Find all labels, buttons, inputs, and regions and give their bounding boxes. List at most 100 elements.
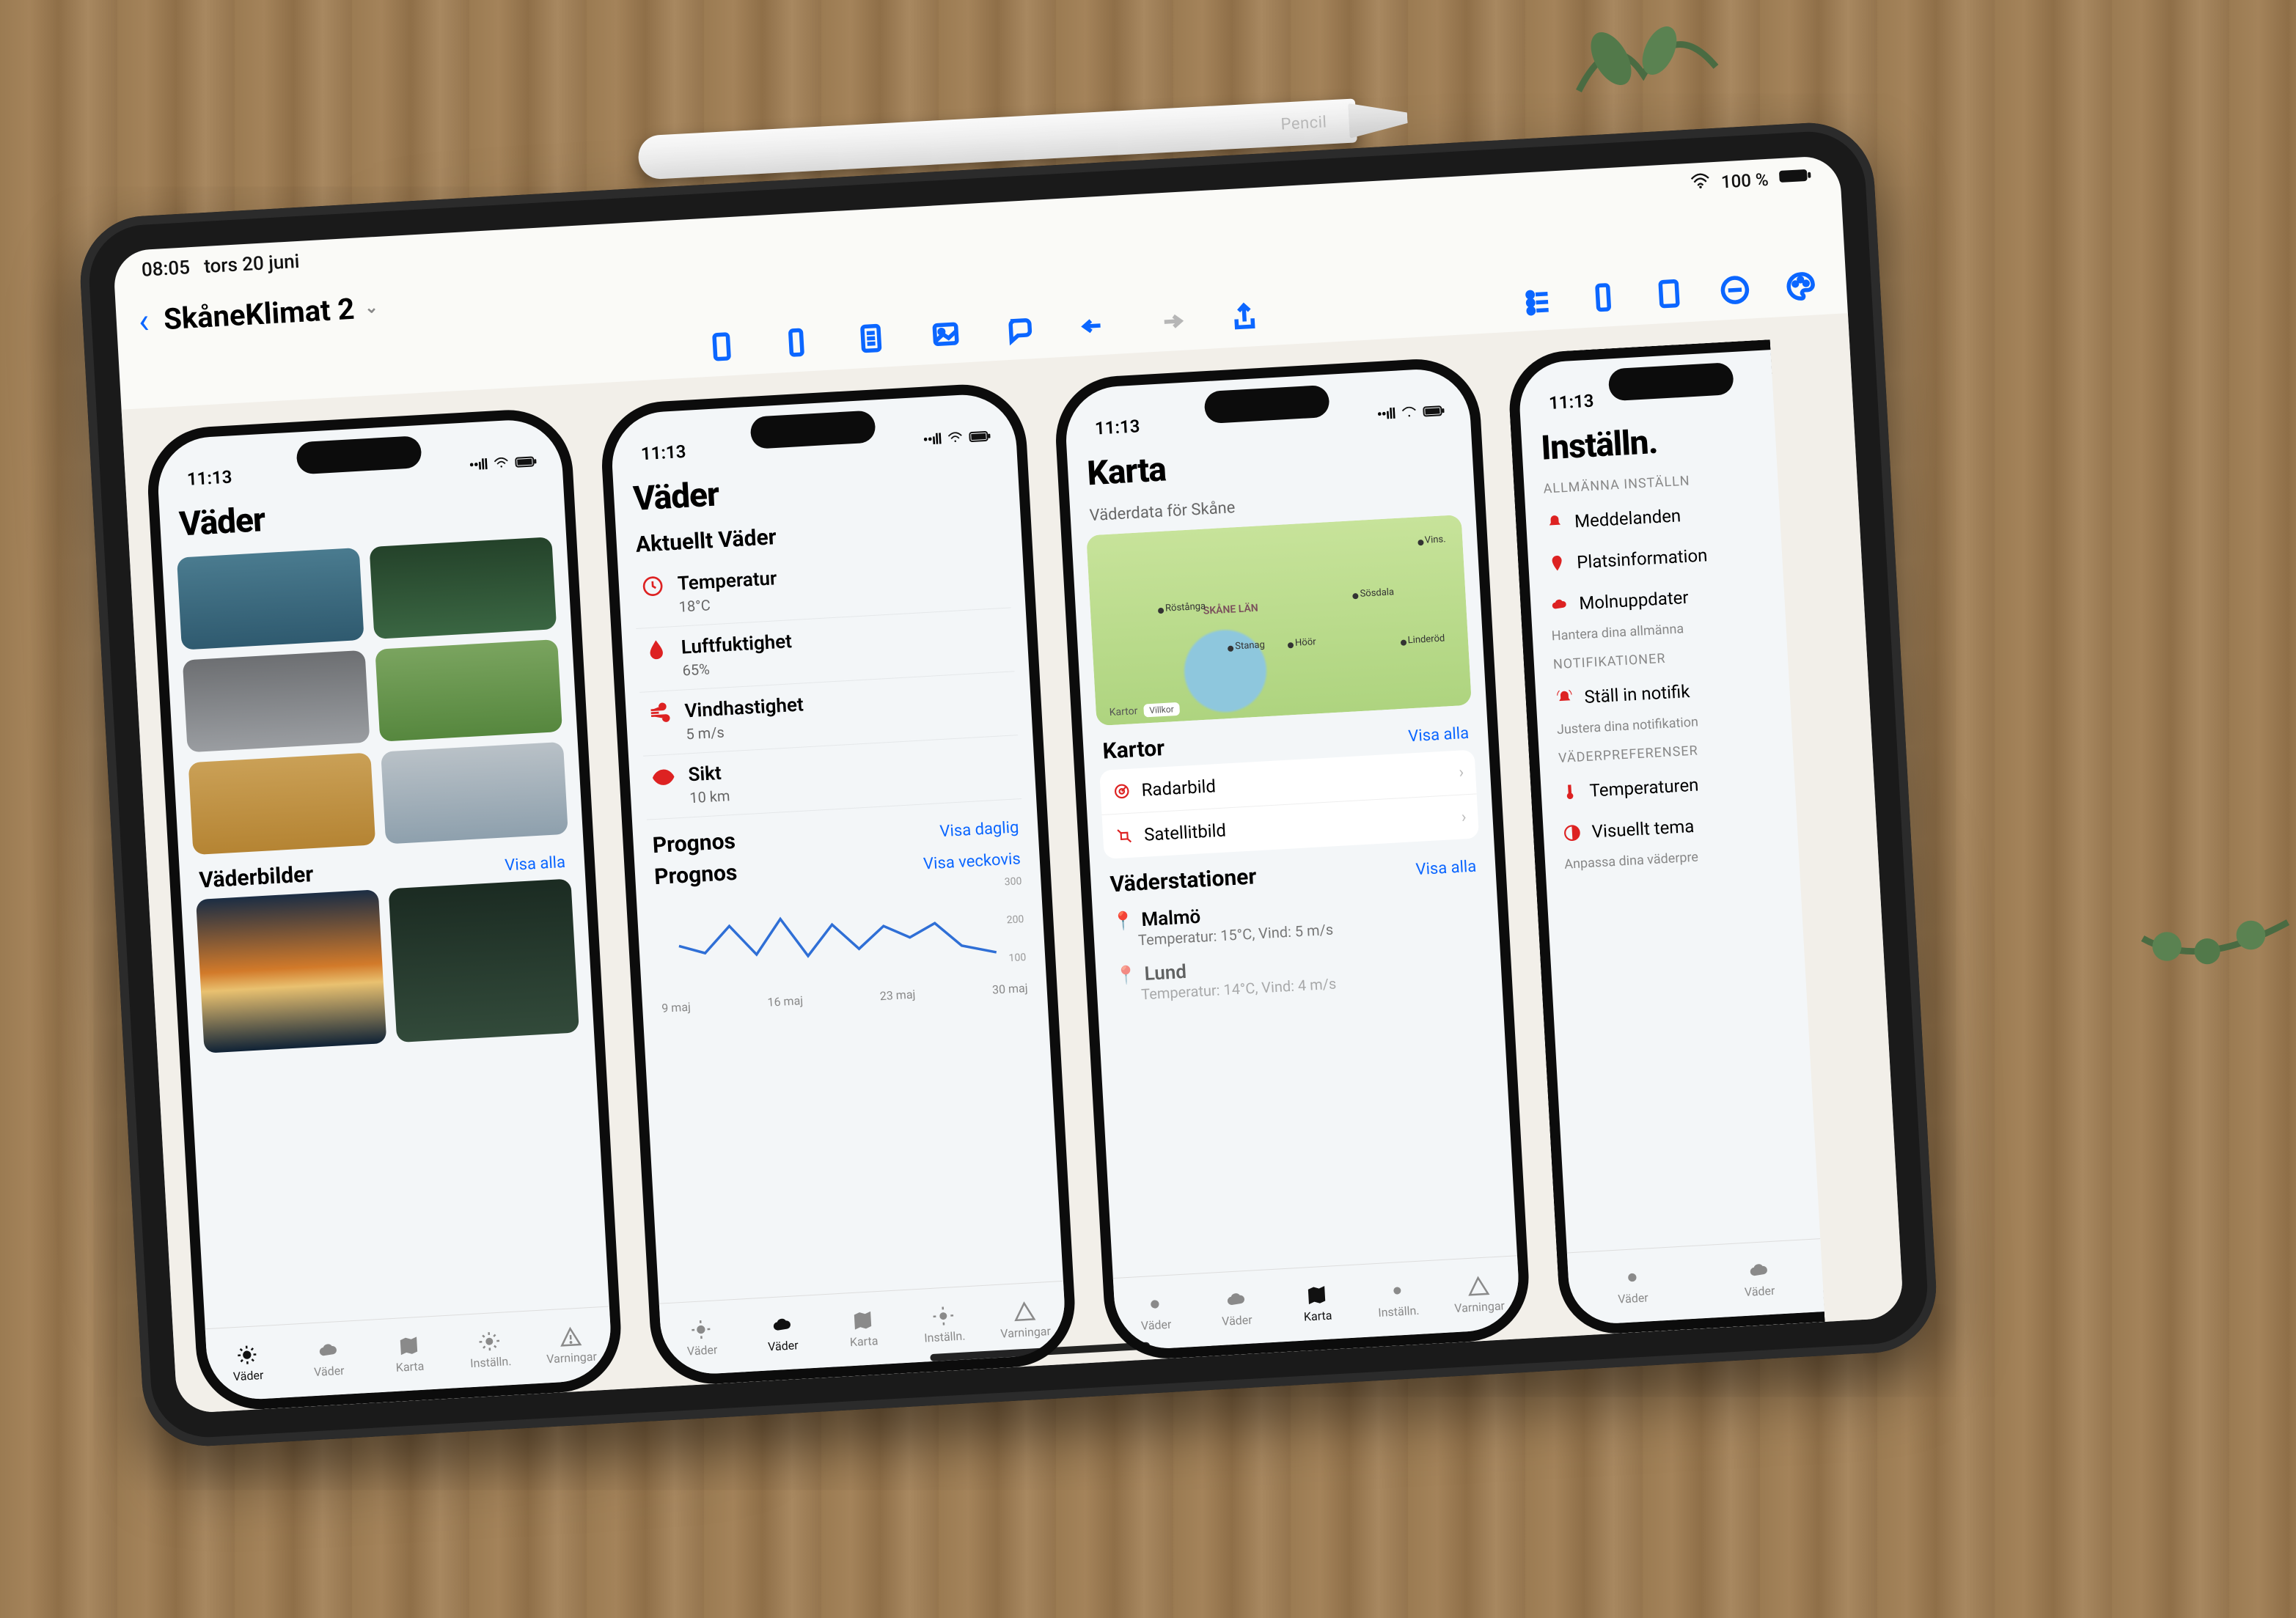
x-tick: 30 maj [992,981,1029,997]
gear-icon [932,1304,956,1328]
bell-ring-icon [1555,688,1574,708]
show-all-link[interactable]: Visa alla [505,853,566,875]
map-preview[interactable]: SKÅNE LÄN KartorVillkor [1086,515,1472,726]
map-city-pin [1417,540,1423,545]
image-thumbnail[interactable] [196,889,386,1053]
device-compact-icon[interactable] [780,326,813,359]
tab-vader-cloud[interactable]: Väder [740,1295,825,1372]
tab-label: Väder [768,1338,799,1353]
page-title: Inställn. [1540,416,1758,468]
metric-value: 65% [682,655,793,679]
mockup-screen-3[interactable]: 11:13 ••ıll Karta Väderdata för Skåne SK… [1052,356,1532,1361]
map-city-pin [1228,646,1233,652]
sun-icon [689,1318,713,1342]
cloud-icon [770,1314,793,1337]
tab-bar: Väder Väder [1567,1238,1824,1325]
station-name: Lund [1144,961,1187,985]
line-chart-svg [651,875,1032,999]
map-icon [397,1334,421,1358]
pin-icon [1547,554,1567,573]
chat-icon[interactable] [1003,313,1037,347]
share-icon[interactable] [1228,301,1261,334]
phone-time: 11:13 [1094,416,1140,438]
status-time: 08:05 [141,257,191,282]
tab-vader-cloud[interactable]: Väder [1694,1239,1824,1319]
cloud-icon [1225,1288,1248,1312]
tab-installn[interactable]: Inställn. [447,1312,532,1389]
metric-name: Temperatur [677,567,777,595]
design-canvas[interactable]: 11:13 ••ıll Väder [122,313,1904,1413]
image-thumbnail[interactable] [183,650,370,753]
alert-icon [1467,1274,1490,1298]
section-title: Prognos [652,828,736,858]
mockup-screen-2[interactable]: 11:13 ••ıll Väder Aktuellt Väder Tempera… [598,381,1078,1387]
show-weekly-link[interactable]: Visa veckovis [923,850,1021,873]
palette-icon[interactable] [1784,269,1818,303]
tab-label: Väder [232,1368,263,1383]
tab-vader-sun[interactable]: Väder [205,1325,290,1402]
tab-varningar[interactable]: Varningar [1437,1256,1522,1333]
tab-vader-sun[interactable]: Väder [659,1300,744,1377]
tab-karta[interactable]: Karta [1274,1265,1360,1342]
drop-icon [644,638,669,663]
tab-installn[interactable]: Inställn. [1356,1260,1441,1337]
section-title: Väderstationer [1110,864,1257,897]
tab-vader-cloud[interactable]: Väder [286,1320,371,1397]
chevron-right-icon: › [1459,763,1464,782]
show-all-link[interactable]: Visa alla [1415,858,1477,880]
image-thumbnail[interactable] [375,639,562,742]
document-icon[interactable] [854,321,888,355]
page-title: Väder [632,459,1000,519]
tab-karta[interactable]: Karta [821,1290,906,1367]
tab-vader-cloud[interactable]: Väder [1194,1270,1279,1347]
project-title: SkåneKlimat 2 [163,291,356,336]
tab-label: Inställn. [1378,1303,1420,1320]
x-tick: 23 maj [879,988,916,1004]
analytics-icon[interactable] [1718,273,1752,306]
image-thumbnail[interactable] [381,742,568,845]
thermometer-icon [1560,782,1580,802]
tab-karta[interactable]: Karta [367,1316,452,1393]
device-alt2-icon[interactable] [1652,276,1686,310]
metric-name: Sikt [688,762,730,786]
back-button[interactable]: ‹ [137,299,150,342]
setting-label: Temperaturen [1589,774,1699,801]
station-detail: Temperatur: 14°C, Vind: 4 m/s [1141,966,1483,1003]
device-alt1-icon[interactable] [1586,280,1620,314]
tab-label: Karta [849,1334,879,1349]
image-thumbnail[interactable] [370,537,557,639]
map-city-pin [1401,640,1406,646]
properties-icon[interactable] [1520,284,1554,318]
device-portrait-icon[interactable] [705,330,738,364]
map-attribution: KartorVillkor [1103,702,1180,720]
station-name: Malmö [1141,906,1201,931]
mockup-screen-4[interactable]: 11:13 Inställn. ALLMÄNNA INSTÄLLN Meddel… [1506,339,1824,1336]
undo-icon[interactable] [1078,309,1112,342]
tab-vader-sun[interactable]: Väder [1567,1246,1698,1326]
redo-icon[interactable] [1153,305,1186,339]
tab-label: Karta [395,1359,425,1375]
show-all-link[interactable]: Visa alla [1408,724,1470,746]
project-title-dropdown[interactable]: SkåneKlimat 2 ⌄ [163,290,379,336]
image-thumbnail[interactable] [188,752,376,855]
show-daily-link[interactable]: Visa daglig [939,818,1019,841]
image-icon[interactable] [928,317,962,351]
map-region-label: SKÅNE LÄN [1203,603,1258,617]
mockup-screen-1[interactable]: 11:13 ••ıll Väder [144,407,624,1413]
list-label: Satellitbild [1143,820,1226,845]
y-tick: 100 [1008,952,1026,964]
image-thumbnail[interactable] [177,548,364,650]
map-types-list: Radarbild › Satellitbild › [1099,749,1479,858]
alert-icon [559,1325,582,1349]
page-title: Väder [178,485,546,545]
tab-label: Inställn. [924,1328,966,1345]
tab-vader-sun[interactable]: Väder [1113,1274,1198,1351]
map-icon [1305,1284,1329,1307]
tab-varningar[interactable]: Varningar [529,1306,614,1383]
phone-time: 11:13 [1548,391,1594,413]
cloud-icon [1549,595,1569,614]
section-title: Kartor [1102,735,1165,765]
list-label: Radarbild [1141,776,1217,801]
image-thumbnail[interactable] [389,879,579,1043]
tab-label: Väder [314,1364,345,1379]
